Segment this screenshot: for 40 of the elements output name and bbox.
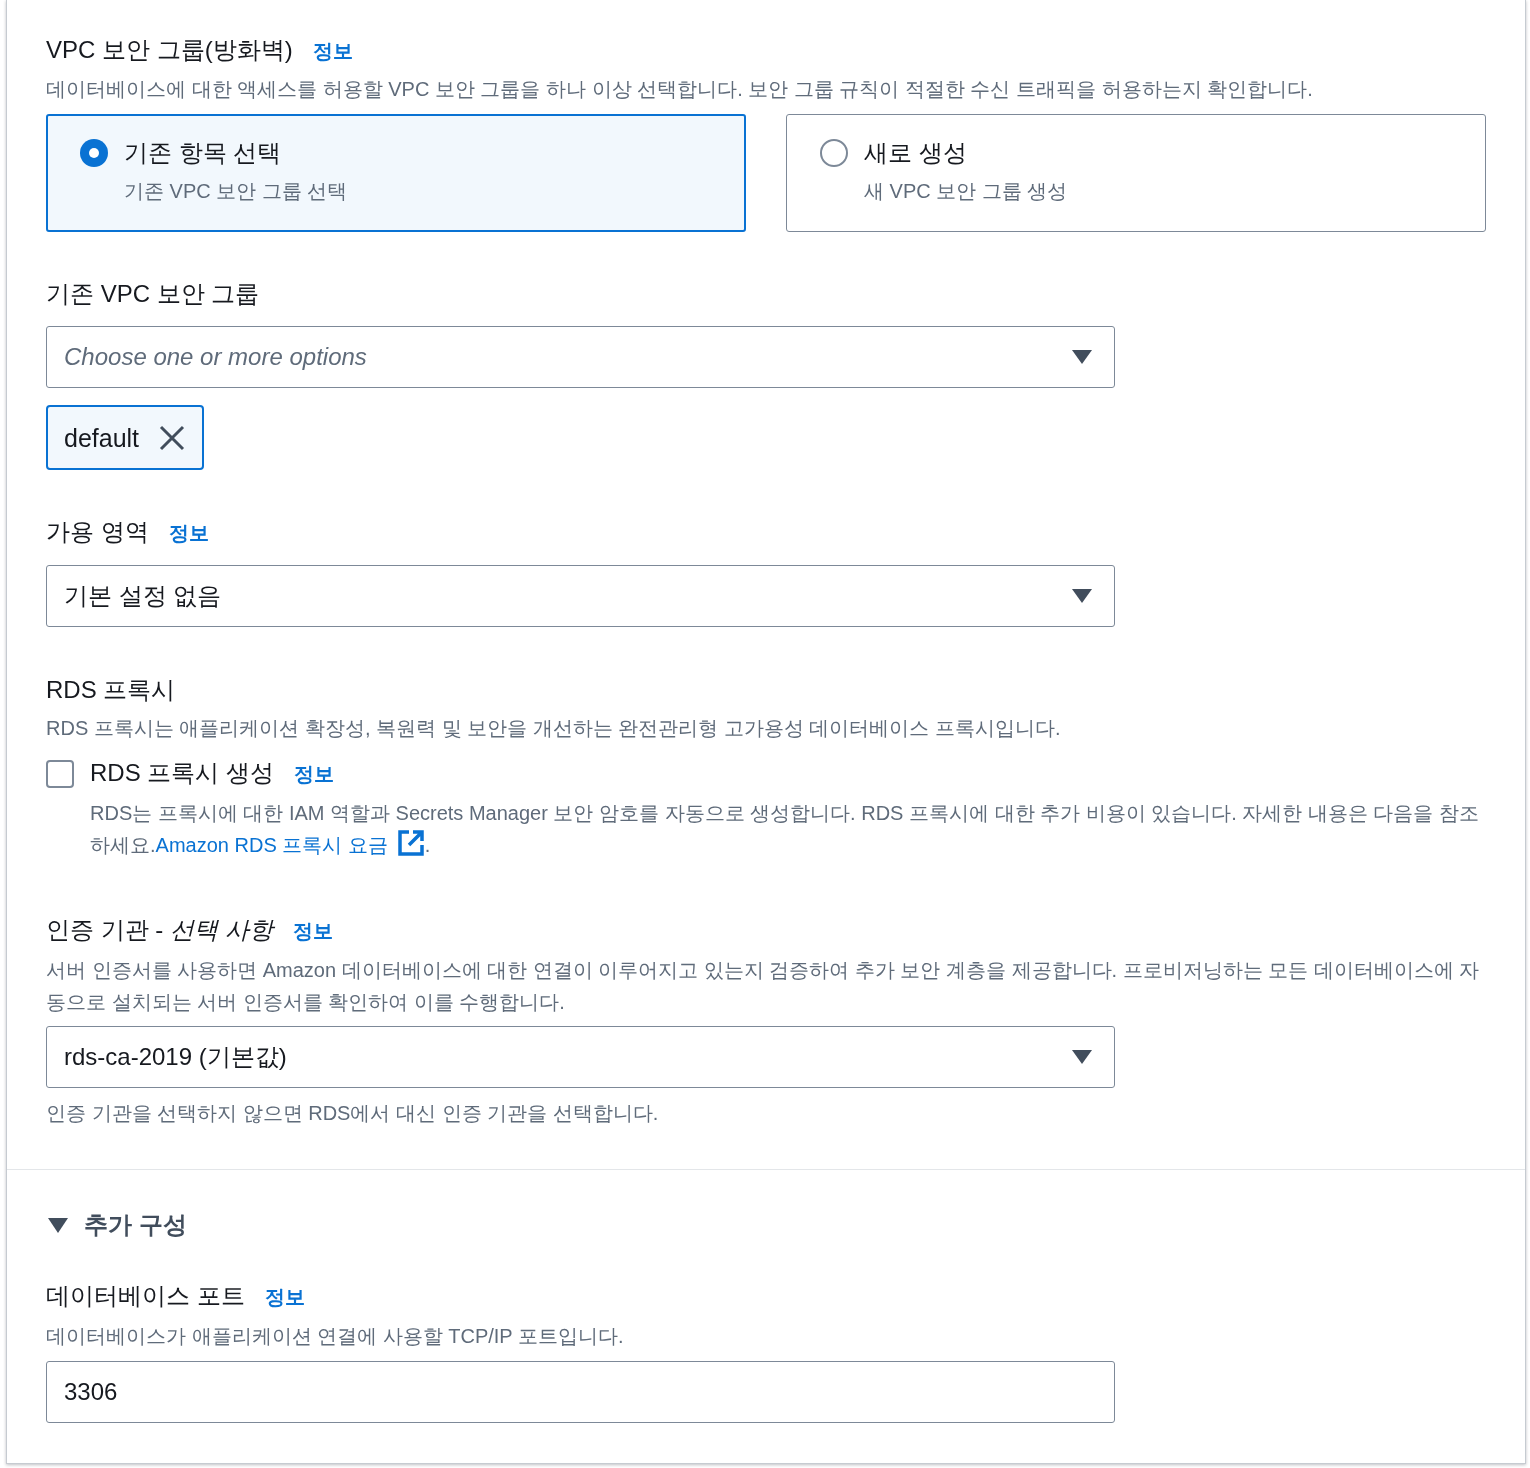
- radio-option-card[interactable]: 기존 항목 선택 기존 VPC 보안 그룹 선택: [46, 114, 746, 232]
- external-link-icon: [396, 829, 425, 857]
- close-icon: [159, 424, 186, 451]
- field-label: 인증 기관 - 선택 사항: [46, 915, 273, 945]
- field-description: RDS 프록시는 애플리케이션 확장성, 복원력 및 보안을 개선하는 완전관리형 고가용성 데이터베이스 프록시입니다.: [46, 716, 1062, 741]
- info-link[interactable]: 정보: [294, 758, 334, 790]
- pricing-link[interactable]: Amazon RDS 프록시 요금: [155, 834, 425, 856]
- checkbox-description: RDS는 프록시에 대한 IAM 역할과 Secrets Manager 보안 암호를 자동으로 생성합니다. RDS 프록시에 대한 추가 비용이 있습니다. 자세한 내용은 다음을 참조하세요.Amazon RDS 프록시 요금 .: [90, 801, 1480, 859]
- field-label: RDS 프록시: [46, 675, 176, 705]
- info-link[interactable]: 정보: [264, 1281, 305, 1313]
- info-link[interactable]: 정보: [168, 517, 209, 549]
- field-label: 데이터베이스 포트: [46, 1281, 245, 1311]
- info-link[interactable]: 정보: [312, 35, 353, 67]
- port-input[interactable]: 3306: [46, 1361, 1115, 1423]
- field-description: 데이터베이스가 애플리케이션 연결에 사용할 TCP/IP 포트입니다.: [46, 1324, 625, 1349]
- token-label: default: [64, 422, 140, 454]
- field-label: VPC 보안 그룹(방화벽): [46, 35, 293, 65]
- multiselect-field[interactable]: Choose one or more options: [46, 326, 1115, 388]
- caret-down-icon: [1072, 1050, 1092, 1064]
- field-label: 기존 VPC 보안 그룹: [46, 279, 260, 309]
- option-title: 새로 생성: [864, 138, 968, 168]
- option-description: 새 VPC 보안 그룹 생성: [864, 179, 1068, 204]
- field-description: 서버 인증서를 사용하면 Amazon 데이터베이스에 대한 연결이 이루어지고 있는지 검증하여 추가 보안 계층을 제공합니다. 프로비저닝하는 모든 데이터베이스에 자동으로 설치되는 서버 인증서를 확인하여 이를 수행합니다.: [46, 958, 1481, 1015]
- radio-button[interactable]: [820, 139, 848, 167]
- field-hint: 인증 기관을 선택하지 않으면 RDS에서 대신 인증 기관을 선택합니다.: [46, 1101, 660, 1126]
- select-field[interactable]: rds-ca-2019 (기본값): [46, 1026, 1115, 1088]
- caret-down-icon: [1072, 350, 1092, 364]
- radio-option-card[interactable]: 새로 생성 새 VPC 보안 그룹 생성: [786, 114, 1486, 232]
- option-description: 기존 VPC 보안 그룹 선택: [124, 179, 348, 204]
- option-title: 기존 항목 선택: [124, 138, 283, 168]
- select-field[interactable]: 기본 설정 없음: [46, 565, 1115, 627]
- info-link[interactable]: 정보: [292, 915, 333, 947]
- radio-button[interactable]: [80, 139, 108, 167]
- remove-token-button[interactable]: [159, 424, 186, 451]
- field-description: 데이터베이스에 대한 액세스를 허용할 VPC 보안 그룹을 하나 이상 선택합니다. 보안 그룹 규칙이 적절한 수신 트래픽을 허용하는지 확인합니다.: [46, 77, 1314, 102]
- expand-section-toggle[interactable]: 추가 구성: [46, 1209, 187, 1241]
- checkbox-label: RDS 프록시 생성: [90, 758, 274, 788]
- checkbox[interactable]: [46, 759, 74, 788]
- field-label: 가용 영역: [46, 517, 149, 547]
- caret-down-icon: [1072, 589, 1092, 603]
